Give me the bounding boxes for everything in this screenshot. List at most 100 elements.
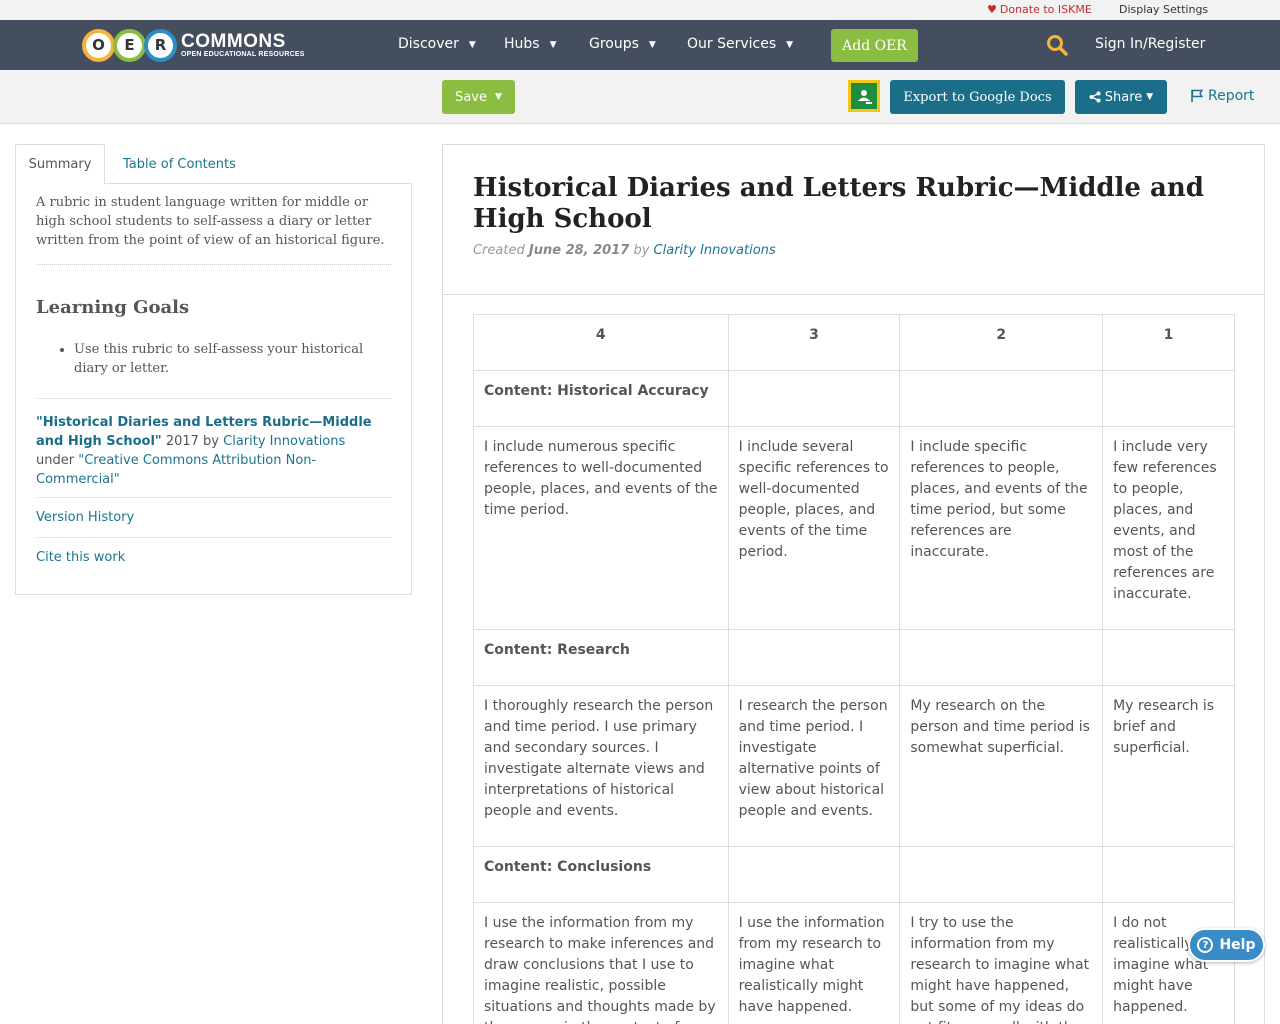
resource-sidebar: Summary Table of Contents A rubric in st… — [15, 144, 412, 595]
rubric-category: Content: Conclusions — [473, 846, 729, 903]
utility-bar: ♥ Donate to ISKME Display Settings — [0, 0, 1280, 20]
nav-discover-label: Discover — [398, 36, 459, 52]
version-history-link[interactable]: Version History — [36, 498, 391, 538]
tab-table-of-contents[interactable]: Table of Contents — [123, 144, 236, 184]
learning-goals-heading: Learning Goals — [36, 297, 190, 318]
logo-word: COMMONS — [181, 30, 286, 52]
share-icon — [1089, 91, 1101, 103]
nav-discover[interactable]: Discover ▼ — [398, 36, 476, 52]
add-oer-button[interactable]: Add OER — [831, 29, 918, 62]
rubric-empty-cell — [1102, 846, 1235, 903]
summary-panel: A rubric in student language written for… — [15, 183, 412, 595]
nav-groups[interactable]: Groups ▼ — [589, 36, 656, 52]
heart-icon: ♥ — [987, 3, 997, 16]
save-button[interactable]: Save ▼ — [442, 80, 515, 114]
rubric-category: Content: Research — [473, 629, 729, 686]
rubric-table: 4 3 2 1 Content: Historical Accuracy I i… — [473, 314, 1235, 1024]
main-nav: O E R COMMONS OPEN EDUCATIONAL RESOURCES… — [0, 20, 1280, 70]
tab-summary[interactable]: Summary — [15, 144, 105, 185]
question-icon: ? — [1197, 937, 1214, 953]
rubric-cell: I use the information from my research t… — [727, 902, 901, 1024]
nav-hubs[interactable]: Hubs ▼ — [504, 36, 557, 52]
oer-commons-logo[interactable]: O E R COMMONS OPEN EDUCATIONAL RESOURCES — [82, 25, 305, 65]
google-classroom-icon[interactable] — [848, 80, 880, 112]
attribution-author-link[interactable]: Clarity Innovations — [223, 434, 345, 449]
sidebar-tabs: Summary Table of Contents — [15, 144, 412, 185]
rubric-empty-cell — [899, 629, 1104, 686]
nav-our-services-label: Our Services — [687, 36, 777, 52]
resource-title: Historical Diaries and Letters Rubric—Mi… — [473, 173, 1204, 234]
logo-letter-e: E — [113, 28, 146, 62]
rubric-empty-cell — [727, 629, 901, 686]
author-link[interactable]: Clarity Innovations — [654, 243, 776, 258]
rubric-criteria-row: I thoroughly research the person and tim… — [473, 685, 1235, 847]
score-header: 1 — [1102, 314, 1235, 371]
resource-content: Historical Diaries and Letters Rubric—Mi… — [442, 144, 1265, 1024]
rubric-empty-cell — [727, 846, 901, 903]
display-settings-link[interactable]: Display Settings — [1119, 3, 1208, 16]
caret-down-icon: ▼ — [495, 92, 502, 102]
learning-goals-list: Use this rubric to self-assess your hist… — [36, 340, 391, 399]
resource-toolbar: Save ▼ Export to Google Docs Share ▼ Rep… — [0, 70, 1280, 124]
nav-groups-label: Groups — [589, 36, 639, 52]
nav-hubs-label: Hubs — [504, 36, 540, 52]
logo-wordmark: COMMONS OPEN EDUCATIONAL RESOURCES — [181, 32, 305, 59]
rubric-category: Content: Historical Accuracy — [473, 370, 729, 427]
rubric-cell: My research on the person and time perio… — [899, 685, 1104, 847]
attribution: "Historical Diaries and Letters Rubric—M… — [36, 413, 391, 498]
rubric-category-row: Content: Research — [473, 629, 1235, 686]
report-link[interactable]: Report — [1190, 88, 1254, 104]
chevron-down-icon: ▼ — [786, 40, 794, 50]
created-label: Created — [473, 243, 525, 258]
rubric-criteria-row: I use the information from my research t… — [473, 902, 1235, 1024]
help-label: Help — [1219, 937, 1256, 953]
rubric-cell: I include very few references to people,… — [1102, 426, 1235, 630]
report-label: Report — [1208, 88, 1255, 104]
rubric-cell: I try to use the information from my res… — [899, 902, 1104, 1024]
save-label: Save — [455, 89, 487, 105]
cite-this-work-link[interactable]: Cite this work — [36, 538, 391, 577]
resource-summary: A rubric in student language written for… — [36, 193, 391, 265]
rubric-cell: I thoroughly research the person and tim… — [473, 685, 729, 847]
sign-in-register-link[interactable]: Sign In/Register — [1095, 36, 1205, 52]
share-label: Share — [1104, 89, 1143, 105]
rubric-empty-cell — [899, 846, 1104, 903]
score-header: 3 — [727, 314, 901, 371]
logo-letter-o: O — [82, 28, 115, 62]
created-date: June 28, 2017 — [528, 243, 630, 258]
rubric-cell: I include numerous specific references t… — [473, 426, 729, 630]
logo-letter-r: R — [144, 28, 177, 62]
chevron-down-icon: ▼ — [468, 40, 476, 50]
rubric-cell: I use the information from my research t… — [473, 902, 729, 1024]
rubric-empty-cell — [1102, 370, 1235, 427]
learning-goal-item: Use this rubric to self-assess your hist… — [74, 340, 391, 378]
by-label: by — [633, 243, 650, 258]
rubric-cell: I include several specific references to… — [727, 426, 901, 630]
share-button[interactable]: Share ▼ — [1075, 80, 1167, 114]
license-link[interactable]: "Creative Commons Attribution Non-Commer… — [36, 453, 316, 487]
score-header: 2 — [899, 314, 1104, 371]
logo-tagline: OPEN EDUCATIONAL RESOURCES — [181, 50, 305, 58]
caret-down-icon: ▼ — [1146, 92, 1154, 102]
rubric-cell: I research the person and time period. I… — [727, 685, 901, 847]
resource-meta: Created June 28, 2017 by Clarity Innovat… — [473, 243, 1234, 258]
rubric-criteria-row: I include numerous specific references t… — [473, 426, 1235, 630]
rubric-header-row: 4 3 2 1 — [473, 314, 1235, 371]
nav-our-services[interactable]: Our Services ▼ — [687, 36, 793, 52]
donate-link[interactable]: ♥ Donate to ISKME — [987, 3, 1092, 16]
rubric-empty-cell — [1102, 629, 1235, 686]
rubric-empty-cell — [899, 370, 1104, 427]
rubric-category-row: Content: Historical Accuracy — [473, 370, 1235, 427]
help-button[interactable]: ? Help — [1188, 928, 1265, 962]
resource-header: Historical Diaries and Letters Rubric—Mi… — [443, 145, 1264, 295]
chevron-down-icon: ▼ — [648, 40, 656, 50]
rubric-category-row: Content: Conclusions — [473, 846, 1235, 903]
search-icon[interactable] — [1046, 34, 1068, 56]
donate-label: Donate to ISKME — [999, 3, 1092, 16]
chevron-down-icon: ▼ — [549, 40, 557, 50]
rubric-cell: My research is brief and superficial. — [1102, 685, 1235, 847]
export-google-docs-button[interactable]: Export to Google Docs — [890, 80, 1065, 114]
attribution-year: 2017 by — [161, 434, 224, 449]
rubric-empty-cell — [727, 370, 901, 427]
flag-icon — [1191, 89, 1204, 102]
